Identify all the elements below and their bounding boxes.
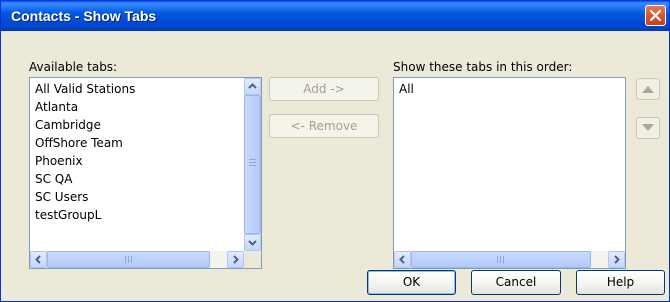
chevron-right-icon (233, 255, 239, 264)
add-button-label: Add -> (303, 82, 345, 96)
title-bar[interactable]: Contacts - Show Tabs (1, 1, 669, 31)
ok-button[interactable]: OK (367, 270, 456, 295)
add-button[interactable]: Add -> (269, 77, 379, 101)
move-down-button[interactable] (636, 117, 660, 139)
ok-button-label: OK (402, 275, 421, 289)
cancel-button[interactable]: Cancel (471, 270, 561, 295)
scroll-thumb[interactable] (244, 95, 261, 234)
scroll-down-button[interactable] (244, 234, 261, 251)
chevron-left-icon (35, 255, 41, 264)
available-horizontal-scrollbar[interactable] (30, 251, 244, 268)
remove-button[interactable]: <- Remove (269, 114, 379, 138)
remove-button-label: <- Remove (290, 119, 358, 133)
available-vertical-scrollbar[interactable] (244, 78, 261, 251)
scroll-left-button[interactable] (30, 251, 47, 268)
triangle-down-icon (642, 124, 654, 131)
available-tabs-list[interactable]: All Valid Stations Atlanta Cambridge Off… (29, 77, 262, 269)
available-tabs-label-text: Available tabs: (29, 60, 118, 74)
help-button-label: Help (606, 275, 635, 289)
contacts-show-tabs-dialog: Contacts - Show Tabs Available tabs: All… (0, 0, 670, 302)
close-button[interactable] (645, 5, 666, 26)
list-item[interactable]: All Valid Stations (35, 80, 135, 98)
triangle-up-icon (642, 86, 654, 93)
chevron-down-icon (248, 240, 257, 246)
list-item[interactable]: OffShore Team (35, 134, 123, 152)
list-item[interactable]: All (399, 80, 414, 98)
scroll-right-button[interactable] (608, 251, 625, 268)
chevron-left-icon (399, 255, 405, 264)
window-title: Contacts - Show Tabs (11, 8, 157, 24)
scroll-thumb[interactable] (411, 251, 591, 268)
scroll-thumb[interactable] (47, 251, 210, 268)
help-button[interactable]: Help (576, 270, 665, 295)
scrollbar-corner (244, 251, 261, 268)
shown-tabs-label: Show these tabs in this order: (393, 60, 572, 74)
close-icon (650, 10, 661, 21)
chevron-up-icon (248, 83, 257, 89)
chevron-right-icon (614, 255, 620, 264)
list-item[interactable]: testGroupL (35, 206, 101, 224)
list-item[interactable]: SC QA (35, 170, 72, 188)
scroll-left-button[interactable] (394, 251, 411, 268)
scroll-up-button[interactable] (244, 78, 261, 95)
available-tabs-label: Available tabs: (29, 60, 117, 74)
list-item[interactable]: SC Users (35, 188, 88, 206)
list-item[interactable]: Phoenix (35, 152, 83, 170)
shown-horizontal-scrollbar[interactable] (394, 251, 625, 268)
move-up-button[interactable] (636, 78, 660, 100)
cancel-button-label: Cancel (495, 275, 537, 289)
list-item[interactable]: Atlanta (35, 98, 78, 116)
shown-tabs-list[interactable]: All (393, 77, 626, 269)
scroll-right-button[interactable] (227, 251, 244, 268)
list-item[interactable]: Cambridge (35, 116, 101, 134)
shown-tabs-label-text: Show these tabs in this order: (393, 60, 573, 74)
